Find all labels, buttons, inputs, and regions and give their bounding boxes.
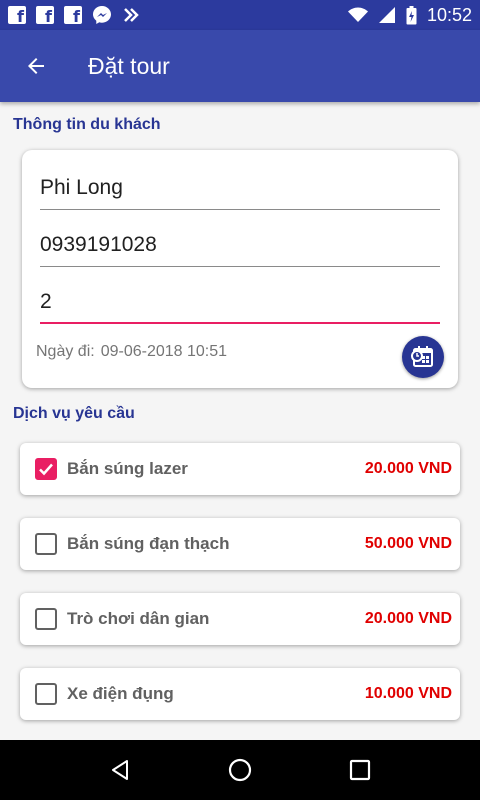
service-checkbox[interactable] bbox=[35, 683, 57, 705]
home-circle-icon bbox=[228, 758, 252, 782]
service-checkbox[interactable] bbox=[35, 533, 57, 555]
service-price: 10.000 VND bbox=[364, 685, 452, 702]
back-triangle-icon bbox=[112, 760, 128, 780]
app-bar: Đặt tour bbox=[0, 30, 480, 102]
wifi-icon bbox=[347, 7, 368, 22]
facebook-icon bbox=[8, 6, 26, 26]
page-title: Đặt tour bbox=[88, 52, 170, 79]
back-button[interactable] bbox=[0, 30, 72, 102]
service-name: Bắn súng lazer bbox=[67, 459, 188, 478]
notification-icons bbox=[8, 5, 140, 26]
service-checkbox[interactable] bbox=[35, 458, 57, 480]
system-nav-bar bbox=[0, 740, 480, 800]
facebook-icon bbox=[64, 6, 82, 26]
messenger-icon bbox=[93, 6, 111, 24]
phone-field[interactable]: 0939191028 bbox=[40, 231, 440, 267]
departure-date-row: Ngày đi: 09-06-2018 10:51 bbox=[36, 343, 227, 361]
pick-date-button[interactable] bbox=[402, 336, 444, 378]
nav-back-button[interactable] bbox=[100, 750, 140, 790]
signal-icon bbox=[378, 7, 395, 23]
status-bar: 10:52 bbox=[0, 0, 480, 30]
visitor-info-heading: Thông tin du khách bbox=[13, 116, 161, 133]
services-heading: Dịch vụ yêu cầu bbox=[13, 405, 135, 422]
service-price: 20.000 VND bbox=[364, 460, 452, 477]
name-field[interactable]: Phi Long bbox=[40, 174, 440, 210]
service-checkbox[interactable] bbox=[35, 608, 57, 630]
service-item[interactable]: Trò chơi dân gian 20.000 VND bbox=[20, 593, 460, 645]
zalo-icon bbox=[124, 8, 139, 22]
calendar-clock-icon bbox=[411, 346, 433, 367]
service-name: Trò chơi dân gian bbox=[67, 609, 210, 628]
service-price: 50.000 VND bbox=[364, 535, 452, 552]
battery-icon bbox=[406, 5, 417, 24]
recents-square-icon bbox=[349, 759, 371, 781]
check-icon bbox=[39, 463, 53, 476]
service-item[interactable]: Bắn súng đạn thạch 50.000 VND bbox=[20, 518, 460, 570]
guest-count-field[interactable]: 2 bbox=[40, 288, 440, 324]
departure-date-label: Ngày đi: bbox=[36, 343, 95, 360]
system-status: 10:52 bbox=[347, 4, 472, 26]
service-name: Bắn súng đạn thạch bbox=[67, 534, 230, 553]
arrow-back-icon bbox=[28, 58, 44, 74]
service-item[interactable]: Xe điện đụng 10.000 VND bbox=[20, 668, 460, 720]
visitor-info-card: Phi Long 0939191028 2 Ngày đi: 09-06-201… bbox=[22, 150, 458, 388]
departure-date-value: 09-06-2018 10:51 bbox=[100, 343, 228, 360]
nav-home-button[interactable] bbox=[220, 750, 260, 790]
nav-recents-button[interactable] bbox=[340, 750, 380, 790]
service-name: Xe điện đụng bbox=[67, 684, 174, 703]
service-price: 20.000 VND bbox=[364, 610, 452, 627]
facebook-icon bbox=[36, 6, 54, 26]
service-item[interactable]: Bắn súng lazer 20.000 VND bbox=[20, 443, 460, 495]
clock: 10:52 bbox=[426, 4, 472, 25]
